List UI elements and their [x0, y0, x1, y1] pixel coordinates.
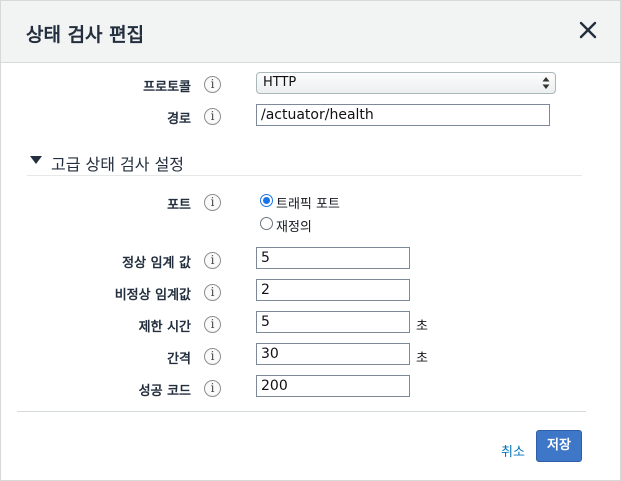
traffic-port-radio[interactable]	[260, 194, 273, 207]
healthy-threshold-info-icon[interactable]: i	[204, 252, 221, 269]
protocol-info-icon[interactable]: i	[204, 76, 221, 93]
success-codes-info-icon[interactable]: i	[204, 380, 221, 397]
port-label: 포트	[167, 198, 191, 213]
advanced-settings-header[interactable]: 고급 상태 검사 설정	[27, 149, 582, 176]
protocol-label: 프로토콜	[143, 80, 191, 95]
healthy-threshold-input[interactable]: 5	[256, 247, 410, 269]
healthy-threshold-label: 정상 임계 값	[122, 256, 191, 271]
cancel-button[interactable]: 취소	[501, 441, 525, 460]
port-info-icon[interactable]: i	[204, 194, 221, 211]
path-info-icon[interactable]: i	[204, 108, 221, 125]
success-codes-label: 성공 코드	[138, 384, 191, 399]
unhealthy-threshold-label: 비정상 임계값	[114, 288, 191, 303]
override-port-radio[interactable]	[260, 217, 273, 230]
unhealthy-threshold-input[interactable]: 2	[256, 279, 410, 301]
interval-label: 간격	[167, 352, 191, 367]
protocol-select[interactable]: HTTP	[256, 72, 556, 94]
save-button[interactable]: 저장	[536, 430, 582, 462]
footer-divider	[17, 411, 586, 412]
select-arrows-icon	[542, 77, 550, 89]
interval-unit: 초	[416, 351, 428, 366]
override-port-label[interactable]: 재정의	[276, 216, 312, 235]
interval-info-icon[interactable]: i	[204, 348, 221, 365]
protocol-select-value: HTTP	[263, 75, 297, 90]
timeout-unit: 초	[416, 319, 428, 334]
interval-input[interactable]: 30	[256, 343, 410, 365]
dialog-title: 상태 검사 편집	[26, 24, 145, 46]
path-label: 경로	[167, 112, 191, 127]
path-input[interactable]: /actuator/health	[256, 104, 550, 126]
advanced-settings-title: 고급 상태 검사 설정	[51, 155, 185, 174]
timeout-input[interactable]: 5	[256, 311, 410, 333]
timeout-label: 제한 시간	[138, 320, 191, 335]
traffic-port-label[interactable]: 트래픽 포트	[276, 193, 340, 212]
edit-health-check-dialog: 상태 검사 편집 프로토콜 i HTTP 경로 i /actuator/heal…	[0, 0, 621, 481]
close-icon[interactable]	[576, 18, 600, 42]
success-codes-input[interactable]: 200	[256, 375, 410, 397]
caret-down-icon	[30, 156, 42, 164]
unhealthy-threshold-info-icon[interactable]: i	[204, 284, 221, 301]
timeout-info-icon[interactable]: i	[204, 316, 221, 333]
dialog-header: 상태 검사 편집	[1, 1, 620, 63]
